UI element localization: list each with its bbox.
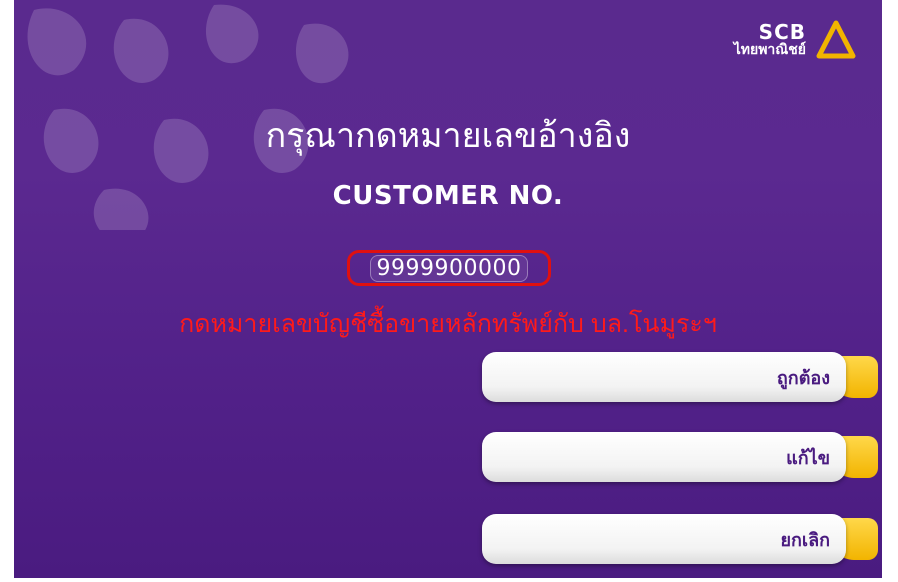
scb-logo: SCB ไทยพาณิชย์	[734, 20, 856, 60]
edit-button-row: แก้ไข	[482, 432, 882, 482]
logo-text: SCB ไทยพาณิชย์	[734, 22, 806, 58]
logo-subtitle: ไทยพาณิชย์	[733, 42, 806, 59]
cancel-button[interactable]: ยกเลิก	[482, 514, 846, 564]
customer-number-value: 9999900000	[369, 254, 529, 282]
edit-button[interactable]: แก้ไข	[482, 432, 846, 482]
customer-number-field[interactable]: 9999900000	[347, 250, 551, 286]
instruction-text: กดหมายเลขบัญชีซื้อขายหลักทรัพย์กับ บล.โน…	[179, 310, 717, 338]
page-title-thai: กรุณากดหมายเลขอ้างอิง	[265, 116, 631, 156]
logo-brand: SCB	[758, 20, 806, 45]
atm-screen: SCB ไทยพาณิชย์ กรุณากดหมายเลขอ้างอิง CUS…	[14, 0, 882, 578]
confirm-button-row: ถูกต้อง	[482, 352, 882, 402]
page-title-english: CUSTOMER NO.	[332, 181, 564, 211]
scb-logo-icon	[816, 20, 856, 59]
cancel-button-row: ยกเลิก	[482, 514, 882, 564]
confirm-button[interactable]: ถูกต้อง	[482, 352, 846, 402]
